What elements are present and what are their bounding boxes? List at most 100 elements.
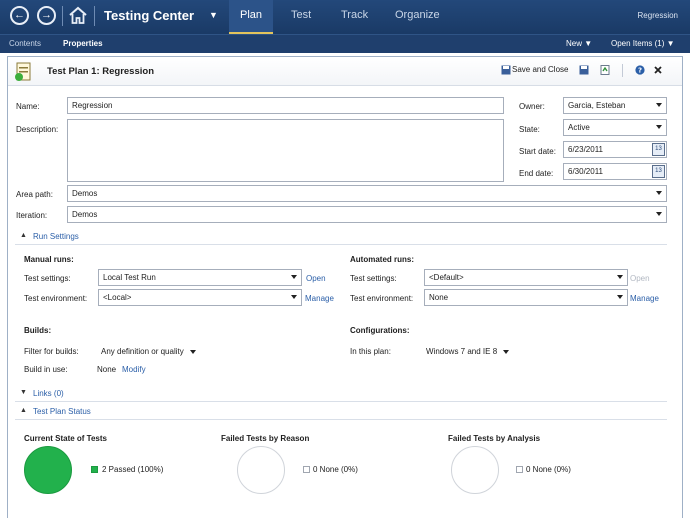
chevron-down-icon bbox=[189, 349, 196, 354]
build-in-use-value: None bbox=[97, 365, 117, 374]
filter-builds-dropdown[interactable]: Any definition or quality bbox=[101, 347, 196, 356]
collapse-icon: ▲ bbox=[20, 232, 27, 239]
start-date-label: Start date: bbox=[519, 147, 556, 156]
iteration-label: Iteration: bbox=[16, 211, 48, 220]
legend-label: 0 None (0%) bbox=[313, 465, 358, 474]
title-dropdown-icon[interactable]: ▼ bbox=[209, 10, 218, 20]
collapse-icon: ▲ bbox=[20, 407, 27, 414]
tab-organize[interactable]: Organize bbox=[395, 9, 440, 21]
legend-swatch bbox=[516, 466, 523, 473]
sub-navigation-bar: Contents Properties New ▼ Open Items (1)… bbox=[0, 34, 690, 53]
refresh-button[interactable] bbox=[600, 65, 610, 75]
name-label: Name: bbox=[16, 102, 40, 111]
legend-swatch bbox=[91, 466, 98, 473]
forward-button[interactable]: → bbox=[37, 6, 56, 25]
auto-test-environment-dropdown[interactable]: None bbox=[424, 289, 628, 306]
manual-open-link[interactable]: Open bbox=[306, 274, 326, 283]
chart-title: Failed Tests by Analysis bbox=[448, 434, 541, 443]
auto-test-settings-label: Test settings: bbox=[350, 274, 397, 283]
description-label: Description: bbox=[16, 125, 59, 134]
back-button[interactable]: ← bbox=[10, 6, 29, 25]
pie-slice bbox=[451, 446, 499, 494]
subnav-properties[interactable]: Properties bbox=[63, 39, 103, 48]
close-icon[interactable] bbox=[653, 65, 663, 75]
run-settings-section-header[interactable]: ▲ Run Settings bbox=[15, 232, 667, 245]
current-plan-label[interactable]: Regression bbox=[638, 11, 678, 20]
filter-builds-label: Filter for builds: bbox=[24, 347, 79, 356]
tab-plan[interactable]: Plan bbox=[229, 0, 273, 34]
auto-test-environment-label: Test environment: bbox=[350, 294, 414, 303]
open-items-menu[interactable]: Open Items (1) ▼ bbox=[611, 39, 675, 48]
state-label: State: bbox=[519, 125, 540, 134]
manual-test-environment-label: Test environment: bbox=[24, 294, 88, 303]
configurations-dropdown[interactable]: Windows 7 and IE 8 bbox=[426, 347, 510, 356]
chevron-down-icon bbox=[503, 349, 510, 354]
name-field[interactable]: Regression bbox=[67, 97, 504, 114]
chart-title: Current State of Tests bbox=[24, 434, 107, 443]
area-path-label: Area path: bbox=[16, 190, 53, 199]
legend-label: 2 Passed (100%) bbox=[102, 465, 164, 474]
builds-title: Builds: bbox=[24, 326, 52, 335]
auto-test-settings-dropdown[interactable]: <Default> bbox=[424, 269, 628, 286]
chart-title: Failed Tests by Reason bbox=[221, 434, 310, 443]
chevron-down-icon bbox=[617, 295, 623, 299]
chevron-down-icon bbox=[291, 295, 297, 299]
pie-slice bbox=[237, 446, 285, 494]
legend-label: 0 None (0%) bbox=[526, 465, 571, 474]
divider bbox=[622, 64, 623, 77]
build-in-use-label: Build in use: bbox=[24, 365, 68, 374]
end-date-label: End date: bbox=[519, 169, 554, 178]
panel-header: Test Plan 1: Regression Save and Close ? bbox=[8, 57, 682, 86]
calendar-icon[interactable]: 13 bbox=[652, 143, 665, 156]
tab-track[interactable]: Track bbox=[341, 9, 368, 21]
auto-open-link: Open bbox=[630, 274, 650, 283]
test-plan-status-title[interactable]: Test Plan Status bbox=[33, 407, 91, 416]
manual-manage-link[interactable]: Manage bbox=[305, 294, 334, 303]
configurations-title: Configurations: bbox=[350, 326, 410, 335]
home-button[interactable] bbox=[68, 6, 88, 25]
app-title: Testing Center bbox=[104, 8, 195, 23]
chevron-down-icon bbox=[656, 125, 662, 129]
chevron-down-icon bbox=[656, 191, 662, 195]
chevron-down-icon bbox=[656, 103, 662, 107]
svg-text:?: ? bbox=[638, 67, 642, 75]
owner-label: Owner: bbox=[519, 102, 545, 111]
area-path-dropdown[interactable]: Demos bbox=[67, 185, 667, 202]
chevron-down-icon bbox=[656, 212, 662, 216]
start-date-field[interactable]: 6/23/2011 13 bbox=[563, 141, 667, 158]
save-icon bbox=[501, 65, 511, 75]
manual-test-settings-label: Test settings: bbox=[24, 274, 71, 283]
owner-dropdown[interactable]: Garcia, Esteban bbox=[563, 97, 667, 114]
home-icon bbox=[69, 6, 87, 24]
plan-title: Test Plan 1: Regression bbox=[47, 66, 154, 77]
state-dropdown[interactable]: Active bbox=[563, 119, 667, 136]
new-menu[interactable]: New ▼ bbox=[566, 39, 592, 48]
expand-icon: ▼ bbox=[20, 389, 27, 396]
subnav-contents[interactable]: Contents bbox=[9, 39, 41, 48]
manual-test-settings-dropdown[interactable]: Local Test Run bbox=[98, 269, 302, 286]
run-settings-title[interactable]: Run Settings bbox=[33, 232, 79, 241]
save-and-close-button[interactable]: Save and Close bbox=[512, 65, 568, 74]
description-field[interactable] bbox=[67, 119, 504, 182]
links-title[interactable]: Links (0) bbox=[33, 389, 64, 398]
auto-manage-link[interactable]: Manage bbox=[630, 294, 659, 303]
pie-slice bbox=[24, 446, 72, 494]
divider bbox=[94, 6, 95, 26]
in-this-plan-label: In this plan: bbox=[350, 347, 391, 356]
iteration-dropdown[interactable]: Demos bbox=[67, 206, 667, 223]
divider bbox=[62, 6, 63, 26]
chevron-down-icon bbox=[291, 275, 297, 279]
end-date-field[interactable]: 6/30/2011 13 bbox=[563, 163, 667, 180]
help-icon[interactable]: ? bbox=[635, 65, 645, 75]
test-plan-icon bbox=[15, 62, 31, 81]
links-section-header[interactable]: ▼ Links (0) bbox=[15, 389, 667, 402]
test-plan-status-section-header[interactable]: ▲ Test Plan Status bbox=[15, 407, 667, 420]
modify-build-link[interactable]: Modify bbox=[122, 365, 146, 374]
tab-test[interactable]: Test bbox=[291, 9, 311, 21]
manual-test-environment-dropdown[interactable]: <Local> bbox=[98, 289, 302, 306]
automated-runs-title: Automated runs: bbox=[350, 255, 414, 264]
save-button[interactable] bbox=[579, 65, 589, 75]
calendar-icon[interactable]: 13 bbox=[652, 165, 665, 178]
manual-runs-title: Manual runs: bbox=[24, 255, 74, 264]
test-plan-panel: Test Plan 1: Regression Save and Close ?… bbox=[7, 56, 683, 518]
